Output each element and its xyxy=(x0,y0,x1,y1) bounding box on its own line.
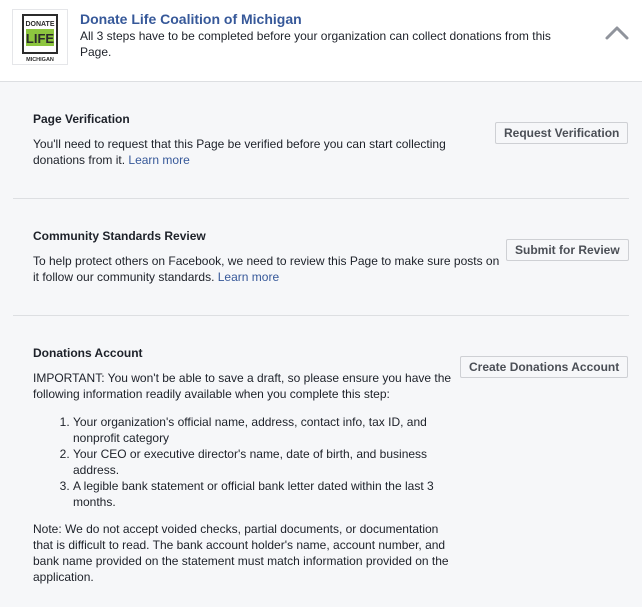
header-subtitle: All 3 steps have to be completed before … xyxy=(80,29,551,59)
section-note: Note: We do not accept voided checks, pa… xyxy=(33,522,449,584)
logo-text-life: LIFE xyxy=(26,31,54,46)
page-verification-section: Page Verification You'll need to request… xyxy=(13,82,629,198)
chevron-up-icon xyxy=(605,26,629,40)
logo-text-donate: DONATE xyxy=(25,21,54,28)
list-item: Your organization's official name, addre… xyxy=(73,414,443,446)
organization-logo: DONATE LIFE MICHIGAN xyxy=(12,9,68,65)
section-description: To help protect others on Facebook, we n… xyxy=(33,253,503,285)
section-description-text: You'll need to request that this Page be… xyxy=(33,137,446,167)
list-item: A legible bank statement or official ban… xyxy=(73,478,443,510)
submit-for-review-button[interactable]: Submit for Review xyxy=(506,239,629,261)
section-title: Community Standards Review xyxy=(33,229,206,243)
required-info-list: Your organization's official name, addre… xyxy=(33,414,443,510)
learn-more-link[interactable]: Learn more xyxy=(218,270,279,284)
organization-name-link[interactable]: Donate Life Coalition of Michigan xyxy=(80,11,302,27)
logo-text-michigan: MICHIGAN xyxy=(26,57,54,63)
page-header: DONATE LIFE MICHIGAN Donate Life Coaliti… xyxy=(0,0,642,82)
section-description: IMPORTANT: You won't be able to save a d… xyxy=(33,371,452,401)
section-title: Page Verification xyxy=(33,112,130,126)
create-donations-account-button[interactable]: Create Donations Account xyxy=(460,356,629,378)
donations-account-section: Donations Account IMPORTANT: You won't b… xyxy=(13,316,629,607)
learn-more-link[interactable]: Learn more xyxy=(128,153,189,167)
list-item: Your CEO or executive director's name, d… xyxy=(73,446,443,478)
community-standards-section: Community Standards Review To help prote… xyxy=(13,199,629,315)
request-verification-button[interactable]: Request Verification xyxy=(495,122,629,144)
section-title: Donations Account xyxy=(33,346,143,360)
collapse-button[interactable] xyxy=(604,24,630,42)
section-description: You'll need to request that this Page be… xyxy=(33,136,463,168)
